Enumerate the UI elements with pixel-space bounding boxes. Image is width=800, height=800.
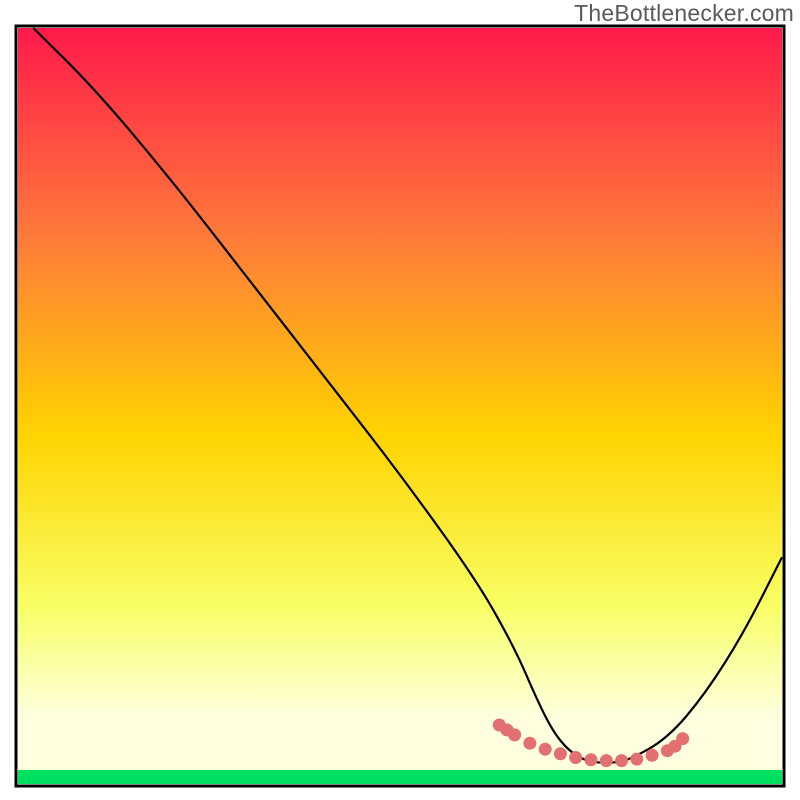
optimal-dot — [585, 753, 598, 766]
optimal-dot — [569, 751, 582, 764]
optimal-dot — [646, 749, 659, 762]
chart-frame: { "watermark": "TheBottlenecker.com", "c… — [0, 0, 800, 800]
gradient-background — [18, 28, 782, 770]
optimal-dot — [523, 737, 536, 750]
chart-svg — [0, 0, 800, 800]
optimal-dot — [554, 747, 567, 760]
optimal-dot — [508, 728, 521, 741]
green-band — [18, 770, 782, 784]
optimal-dot — [615, 754, 628, 767]
watermark-text: TheBottlenecker.com — [574, 0, 794, 27]
optimal-dot — [630, 753, 643, 766]
optimal-dot — [539, 743, 552, 756]
plot-area — [16, 26, 784, 786]
optimal-dot — [676, 732, 689, 745]
optimal-dot — [600, 754, 613, 767]
